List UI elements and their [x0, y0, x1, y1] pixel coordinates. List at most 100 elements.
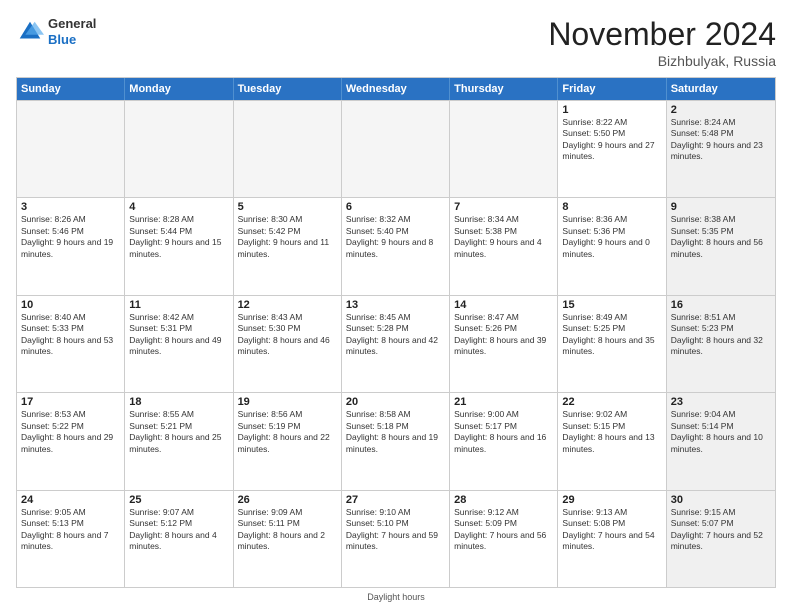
- calendar-header-day: Friday: [558, 78, 666, 100]
- calendar-cell: 25Sunrise: 9:07 AM Sunset: 5:12 PM Dayli…: [125, 491, 233, 587]
- cell-details: Sunrise: 8:36 AM Sunset: 5:36 PM Dayligh…: [562, 214, 661, 260]
- day-number: 4: [129, 201, 228, 213]
- calendar-cell: 7Sunrise: 8:34 AM Sunset: 5:38 PM Daylig…: [450, 198, 558, 294]
- calendar-week-2: 3Sunrise: 8:26 AM Sunset: 5:46 PM Daylig…: [17, 197, 775, 294]
- cell-details: Sunrise: 8:22 AM Sunset: 5:50 PM Dayligh…: [562, 117, 661, 163]
- cell-details: Sunrise: 9:02 AM Sunset: 5:15 PM Dayligh…: [562, 409, 661, 455]
- day-number: 21: [454, 396, 553, 408]
- calendar-cell: 21Sunrise: 9:00 AM Sunset: 5:17 PM Dayli…: [450, 393, 558, 489]
- day-number: 6: [346, 201, 445, 213]
- day-number: 5: [238, 201, 337, 213]
- calendar-header-day: Saturday: [667, 78, 775, 100]
- location-subtitle: Bizhbulyak, Russia: [548, 53, 776, 69]
- month-title: November 2024: [548, 16, 776, 53]
- calendar-cell: 15Sunrise: 8:49 AM Sunset: 5:25 PM Dayli…: [558, 296, 666, 392]
- cell-details: Sunrise: 9:10 AM Sunset: 5:10 PM Dayligh…: [346, 507, 445, 553]
- calendar-cell: 28Sunrise: 9:12 AM Sunset: 5:09 PM Dayli…: [450, 491, 558, 587]
- cell-details: Sunrise: 8:38 AM Sunset: 5:35 PM Dayligh…: [671, 214, 771, 260]
- footer-note: Daylight hours: [16, 592, 776, 602]
- calendar-cell: 26Sunrise: 9:09 AM Sunset: 5:11 PM Dayli…: [234, 491, 342, 587]
- cell-details: Sunrise: 8:55 AM Sunset: 5:21 PM Dayligh…: [129, 409, 228, 455]
- calendar: SundayMondayTuesdayWednesdayThursdayFrid…: [16, 77, 776, 588]
- cell-details: Sunrise: 9:09 AM Sunset: 5:11 PM Dayligh…: [238, 507, 337, 553]
- calendar-header-day: Sunday: [17, 78, 125, 100]
- cell-details: Sunrise: 8:43 AM Sunset: 5:30 PM Dayligh…: [238, 312, 337, 358]
- calendar-week-3: 10Sunrise: 8:40 AM Sunset: 5:33 PM Dayli…: [17, 295, 775, 392]
- day-number: 3: [21, 201, 120, 213]
- day-number: 23: [671, 396, 771, 408]
- day-number: 24: [21, 494, 120, 506]
- logo: General Blue: [16, 16, 96, 47]
- cell-details: Sunrise: 9:00 AM Sunset: 5:17 PM Dayligh…: [454, 409, 553, 455]
- calendar-header-day: Wednesday: [342, 78, 450, 100]
- calendar-cell: [234, 101, 342, 197]
- calendar-cell: 6Sunrise: 8:32 AM Sunset: 5:40 PM Daylig…: [342, 198, 450, 294]
- day-number: 29: [562, 494, 661, 506]
- cell-details: Sunrise: 9:15 AM Sunset: 5:07 PM Dayligh…: [671, 507, 771, 553]
- day-number: 26: [238, 494, 337, 506]
- calendar-header-day: Tuesday: [234, 78, 342, 100]
- day-number: 14: [454, 299, 553, 311]
- calendar-cell: 13Sunrise: 8:45 AM Sunset: 5:28 PM Dayli…: [342, 296, 450, 392]
- logo-text: General Blue: [48, 16, 96, 47]
- calendar-cell: 8Sunrise: 8:36 AM Sunset: 5:36 PM Daylig…: [558, 198, 666, 294]
- day-number: 12: [238, 299, 337, 311]
- day-number: 1: [562, 104, 661, 116]
- calendar-cell: 22Sunrise: 9:02 AM Sunset: 5:15 PM Dayli…: [558, 393, 666, 489]
- cell-details: Sunrise: 9:05 AM Sunset: 5:13 PM Dayligh…: [21, 507, 120, 553]
- cell-details: Sunrise: 8:53 AM Sunset: 5:22 PM Dayligh…: [21, 409, 120, 455]
- calendar-week-1: 1Sunrise: 8:22 AM Sunset: 5:50 PM Daylig…: [17, 100, 775, 197]
- calendar-week-5: 24Sunrise: 9:05 AM Sunset: 5:13 PM Dayli…: [17, 490, 775, 587]
- calendar-cell: 24Sunrise: 9:05 AM Sunset: 5:13 PM Dayli…: [17, 491, 125, 587]
- day-number: 25: [129, 494, 228, 506]
- calendar-cell: [450, 101, 558, 197]
- day-number: 27: [346, 494, 445, 506]
- day-number: 11: [129, 299, 228, 311]
- calendar-cell: 20Sunrise: 8:58 AM Sunset: 5:18 PM Dayli…: [342, 393, 450, 489]
- calendar-header: SundayMondayTuesdayWednesdayThursdayFrid…: [17, 78, 775, 100]
- cell-details: Sunrise: 8:47 AM Sunset: 5:26 PM Dayligh…: [454, 312, 553, 358]
- cell-details: Sunrise: 8:42 AM Sunset: 5:31 PM Dayligh…: [129, 312, 228, 358]
- calendar-cell: 19Sunrise: 8:56 AM Sunset: 5:19 PM Dayli…: [234, 393, 342, 489]
- cell-details: Sunrise: 9:04 AM Sunset: 5:14 PM Dayligh…: [671, 409, 771, 455]
- calendar-cell: 11Sunrise: 8:42 AM Sunset: 5:31 PM Dayli…: [125, 296, 233, 392]
- day-number: 8: [562, 201, 661, 213]
- day-number: 10: [21, 299, 120, 311]
- cell-details: Sunrise: 8:45 AM Sunset: 5:28 PM Dayligh…: [346, 312, 445, 358]
- calendar-cell: 12Sunrise: 8:43 AM Sunset: 5:30 PM Dayli…: [234, 296, 342, 392]
- cell-details: Sunrise: 9:13 AM Sunset: 5:08 PM Dayligh…: [562, 507, 661, 553]
- logo-icon: [16, 18, 44, 46]
- cell-details: Sunrise: 8:40 AM Sunset: 5:33 PM Dayligh…: [21, 312, 120, 358]
- day-number: 2: [671, 104, 771, 116]
- title-block: November 2024 Bizhbulyak, Russia: [548, 16, 776, 69]
- calendar-cell: 9Sunrise: 8:38 AM Sunset: 5:35 PM Daylig…: [667, 198, 775, 294]
- day-number: 20: [346, 396, 445, 408]
- cell-details: Sunrise: 8:30 AM Sunset: 5:42 PM Dayligh…: [238, 214, 337, 260]
- day-number: 19: [238, 396, 337, 408]
- calendar-cell: 3Sunrise: 8:26 AM Sunset: 5:46 PM Daylig…: [17, 198, 125, 294]
- calendar-cell: 4Sunrise: 8:28 AM Sunset: 5:44 PM Daylig…: [125, 198, 233, 294]
- calendar-cell: [342, 101, 450, 197]
- cell-details: Sunrise: 8:32 AM Sunset: 5:40 PM Dayligh…: [346, 214, 445, 260]
- day-number: 18: [129, 396, 228, 408]
- calendar-cell: 29Sunrise: 9:13 AM Sunset: 5:08 PM Dayli…: [558, 491, 666, 587]
- day-number: 16: [671, 299, 771, 311]
- calendar-cell: 30Sunrise: 9:15 AM Sunset: 5:07 PM Dayli…: [667, 491, 775, 587]
- cell-details: Sunrise: 8:58 AM Sunset: 5:18 PM Dayligh…: [346, 409, 445, 455]
- cell-details: Sunrise: 8:56 AM Sunset: 5:19 PM Dayligh…: [238, 409, 337, 455]
- calendar-week-4: 17Sunrise: 8:53 AM Sunset: 5:22 PM Dayli…: [17, 392, 775, 489]
- calendar-cell: 14Sunrise: 8:47 AM Sunset: 5:26 PM Dayli…: [450, 296, 558, 392]
- day-number: 13: [346, 299, 445, 311]
- day-number: 15: [562, 299, 661, 311]
- cell-details: Sunrise: 8:24 AM Sunset: 5:48 PM Dayligh…: [671, 117, 771, 163]
- cell-details: Sunrise: 8:49 AM Sunset: 5:25 PM Dayligh…: [562, 312, 661, 358]
- calendar-body: 1Sunrise: 8:22 AM Sunset: 5:50 PM Daylig…: [17, 100, 775, 587]
- calendar-cell: 2Sunrise: 8:24 AM Sunset: 5:48 PM Daylig…: [667, 101, 775, 197]
- page: General Blue November 2024 Bizhbulyak, R…: [0, 0, 792, 612]
- calendar-header-day: Thursday: [450, 78, 558, 100]
- calendar-cell: [17, 101, 125, 197]
- day-number: 17: [21, 396, 120, 408]
- calendar-cell: 18Sunrise: 8:55 AM Sunset: 5:21 PM Dayli…: [125, 393, 233, 489]
- cell-details: Sunrise: 9:07 AM Sunset: 5:12 PM Dayligh…: [129, 507, 228, 553]
- calendar-cell: 1Sunrise: 8:22 AM Sunset: 5:50 PM Daylig…: [558, 101, 666, 197]
